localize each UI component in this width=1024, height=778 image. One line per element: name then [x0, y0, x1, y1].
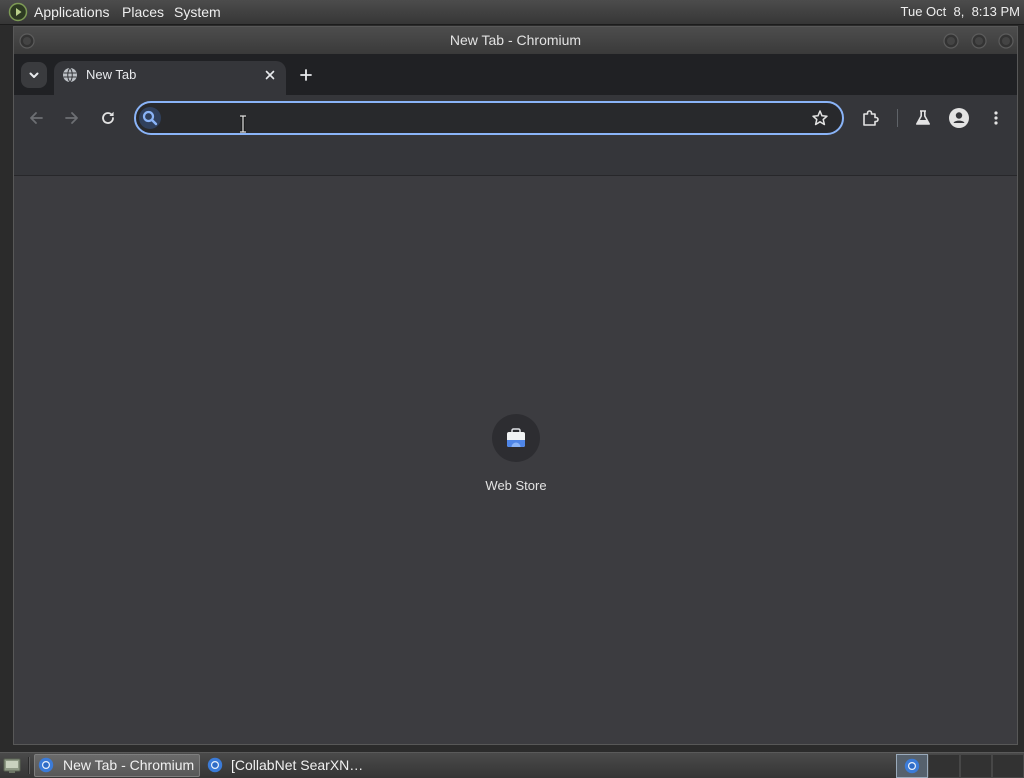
bookmark-star-button[interactable] — [808, 106, 832, 130]
reload-icon — [100, 110, 116, 126]
shortcut-label: Web Store — [485, 478, 547, 493]
task-label: [CollabNet SearXN… — [231, 757, 364, 773]
window-title: New Tab - Chromium — [449, 32, 582, 48]
task-button-new-tab-chromium[interactable]: New Tab - Chromium — [34, 754, 200, 777]
panel-clock[interactable]: Tue Oct 8, 8:13 PM — [901, 0, 1020, 24]
labs-button[interactable] — [907, 102, 939, 134]
show-desktop-icon — [2, 755, 22, 775]
workspace-2[interactable] — [928, 754, 960, 778]
bottom-taskbar: New Tab - Chromium [CollabNet SearXN… — [0, 752, 1024, 778]
bookmark-star-icon — [811, 109, 829, 127]
tab-title: New Tab — [86, 67, 137, 82]
forward-arrow-icon — [64, 110, 80, 126]
shortcut-web-store[interactable]: Web Store — [466, 414, 566, 498]
close-icon — [265, 70, 275, 80]
workspace-3[interactable] — [960, 754, 992, 778]
back-button[interactable] — [20, 102, 52, 134]
workspace-4[interactable] — [992, 754, 1024, 778]
workspace-1[interactable] — [896, 754, 928, 778]
bookmarks-bar — [14, 140, 1017, 176]
shortcut-icon-circle — [492, 414, 540, 462]
chrome-menu-button[interactable] — [980, 102, 1012, 134]
reload-button[interactable] — [92, 102, 124, 134]
taskbar-handle[interactable] — [28, 757, 30, 774]
top-panel: Applications Places System Tue Oct 8, 8:… — [0, 0, 1024, 25]
web-store-icon — [504, 426, 528, 450]
tab-search-button[interactable] — [21, 62, 47, 88]
plus-icon — [300, 69, 312, 81]
chromium-icon — [38, 757, 54, 773]
toolbar-separator — [897, 109, 898, 127]
places-menu[interactable]: Places — [122, 0, 164, 24]
browser-ui: New Tab Web Store — [14, 54, 1017, 744]
forward-button[interactable] — [56, 102, 88, 134]
extensions-puzzle-icon — [861, 109, 879, 127]
window-titlebar[interactable]: New Tab - Chromium — [14, 27, 1017, 54]
kebab-menu-icon — [988, 110, 1004, 126]
chromium-icon — [207, 757, 223, 773]
chromium-window: New Tab - Chromium New Tab Web Store — [13, 26, 1018, 745]
window-menu-button[interactable] — [19, 33, 35, 49]
new-tab-button[interactable] — [292, 61, 320, 89]
globe-icon — [62, 67, 78, 83]
show-desktop-button[interactable] — [2, 755, 22, 775]
back-arrow-icon — [28, 110, 44, 126]
chromium-icon — [904, 758, 920, 774]
maximize-button[interactable] — [971, 33, 987, 49]
tab-close-button[interactable] — [262, 67, 278, 83]
panel-logo-icon[interactable] — [8, 2, 28, 22]
workspace-switcher — [896, 754, 1024, 778]
minimize-button[interactable] — [943, 33, 959, 49]
profile-icon — [948, 107, 970, 129]
tab-strip: New Tab — [14, 54, 1017, 95]
mouse-cursor-ibeam-icon — [238, 115, 248, 133]
chevron-down-icon — [28, 69, 40, 81]
system-menu[interactable]: System — [174, 0, 221, 24]
task-button-collabnet-searxng[interactable]: [CollabNet SearXN… — [204, 754, 366, 777]
profile-button[interactable] — [943, 102, 975, 134]
applications-menu[interactable]: Applications — [34, 0, 110, 24]
extensions-button[interactable] — [854, 102, 886, 134]
search-icon — [138, 106, 162, 130]
new-tab-page: Web Store — [14, 176, 1017, 744]
labs-flask-icon — [914, 109, 932, 127]
task-label: New Tab - Chromium — [63, 757, 195, 773]
close-window-button[interactable] — [998, 33, 1014, 49]
address-bar-input[interactable] — [166, 103, 802, 133]
toolbar — [14, 95, 1017, 140]
tab[interactable]: New Tab — [54, 61, 286, 95]
